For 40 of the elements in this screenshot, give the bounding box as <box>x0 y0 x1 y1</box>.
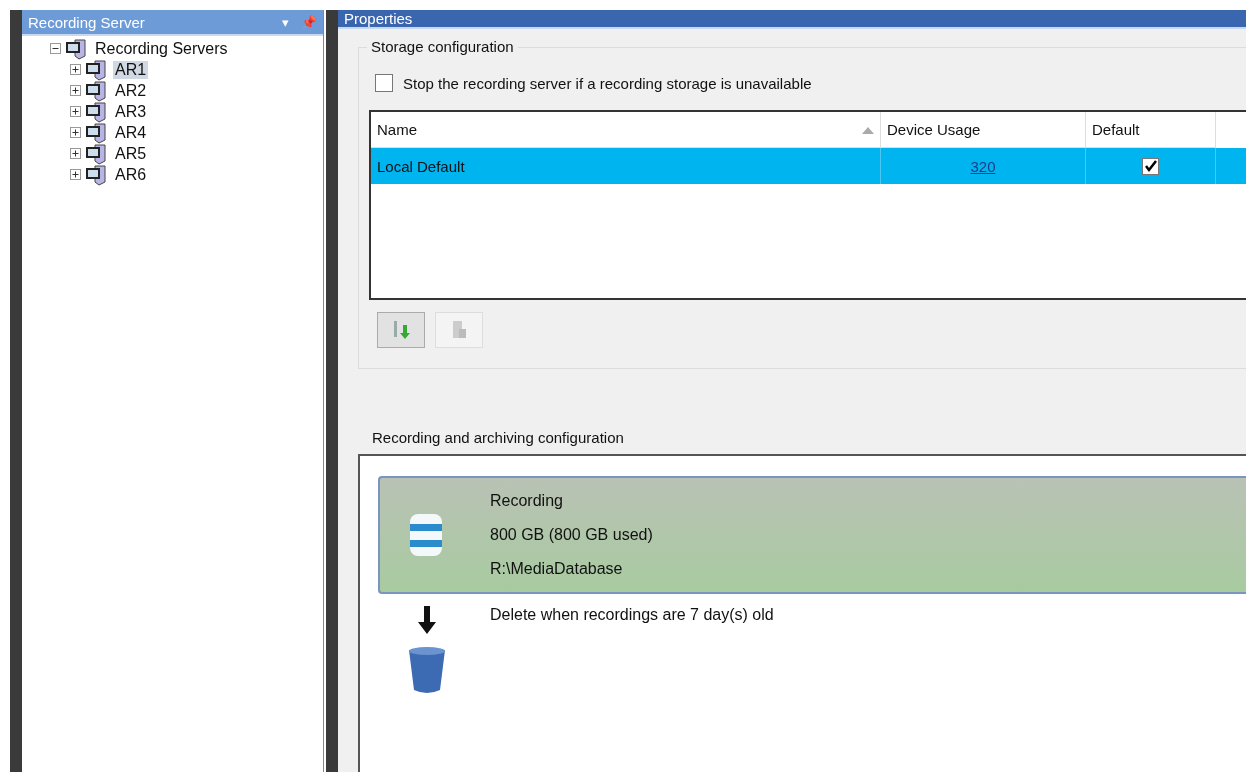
collapse-toggle-icon[interactable] <box>50 43 61 54</box>
server-icon <box>85 79 109 102</box>
expand-toggle-icon[interactable] <box>70 64 81 75</box>
expand-toggle-icon[interactable] <box>70 169 81 180</box>
recording-card[interactable]: Recording 800 GB (800 GB used) R:\MediaDatabase <box>378 476 1246 594</box>
tree-item[interactable]: AR5 <box>113 144 149 163</box>
storage-name: Recording <box>490 492 564 510</box>
usage-link[interactable]: 320 <box>970 157 996 175</box>
tree-item[interactable]: AR3 <box>113 102 149 121</box>
down-arrow-icon <box>418 606 436 634</box>
server-icon <box>85 100 109 123</box>
checkbox-label: Stop the recording server if a recording storage is unavailable <box>403 74 812 92</box>
table-cell: Local Default <box>371 148 881 184</box>
server-icon <box>85 163 109 186</box>
checkbox[interactable] <box>375 74 393 92</box>
panel-title: Recording Server <box>28 13 146 31</box>
tree-item[interactable]: AR6 <box>113 165 149 184</box>
storage-path: R:\MediaDatabase <box>490 560 624 578</box>
panel-title: Properties <box>344 10 414 27</box>
checkbox[interactable] <box>1142 157 1159 175</box>
sort-arrow-icon <box>862 125 874 134</box>
expand-toggle-icon[interactable] <box>70 106 81 117</box>
tree-item[interactable]: Recording Servers <box>93 39 230 58</box>
storage-size: 800 GB (800 GB used) <box>490 526 653 544</box>
table-row[interactable]: Local Default 320 <box>371 148 1246 184</box>
tree-item[interactable]: AR1 <box>113 60 149 79</box>
section-title: Recording and archiving configuration <box>372 429 625 446</box>
retention-rule: Delete when recordings are 7 day(s) old <box>490 606 774 625</box>
expand-toggle-icon[interactable] <box>70 85 81 96</box>
server-icon <box>85 121 109 144</box>
tree-item[interactable]: AR2 <box>113 81 149 100</box>
add-storage-icon <box>391 319 411 341</box>
tree-item[interactable]: AR4 <box>113 123 149 142</box>
expand-toggle-icon[interactable] <box>70 127 81 138</box>
group-title: Storage configuration <box>367 38 518 55</box>
expand-toggle-icon[interactable] <box>70 148 81 159</box>
server-icon <box>85 58 109 81</box>
server-icon <box>65 37 89 60</box>
trash-bin-icon <box>408 646 446 694</box>
server-icon <box>85 142 109 165</box>
